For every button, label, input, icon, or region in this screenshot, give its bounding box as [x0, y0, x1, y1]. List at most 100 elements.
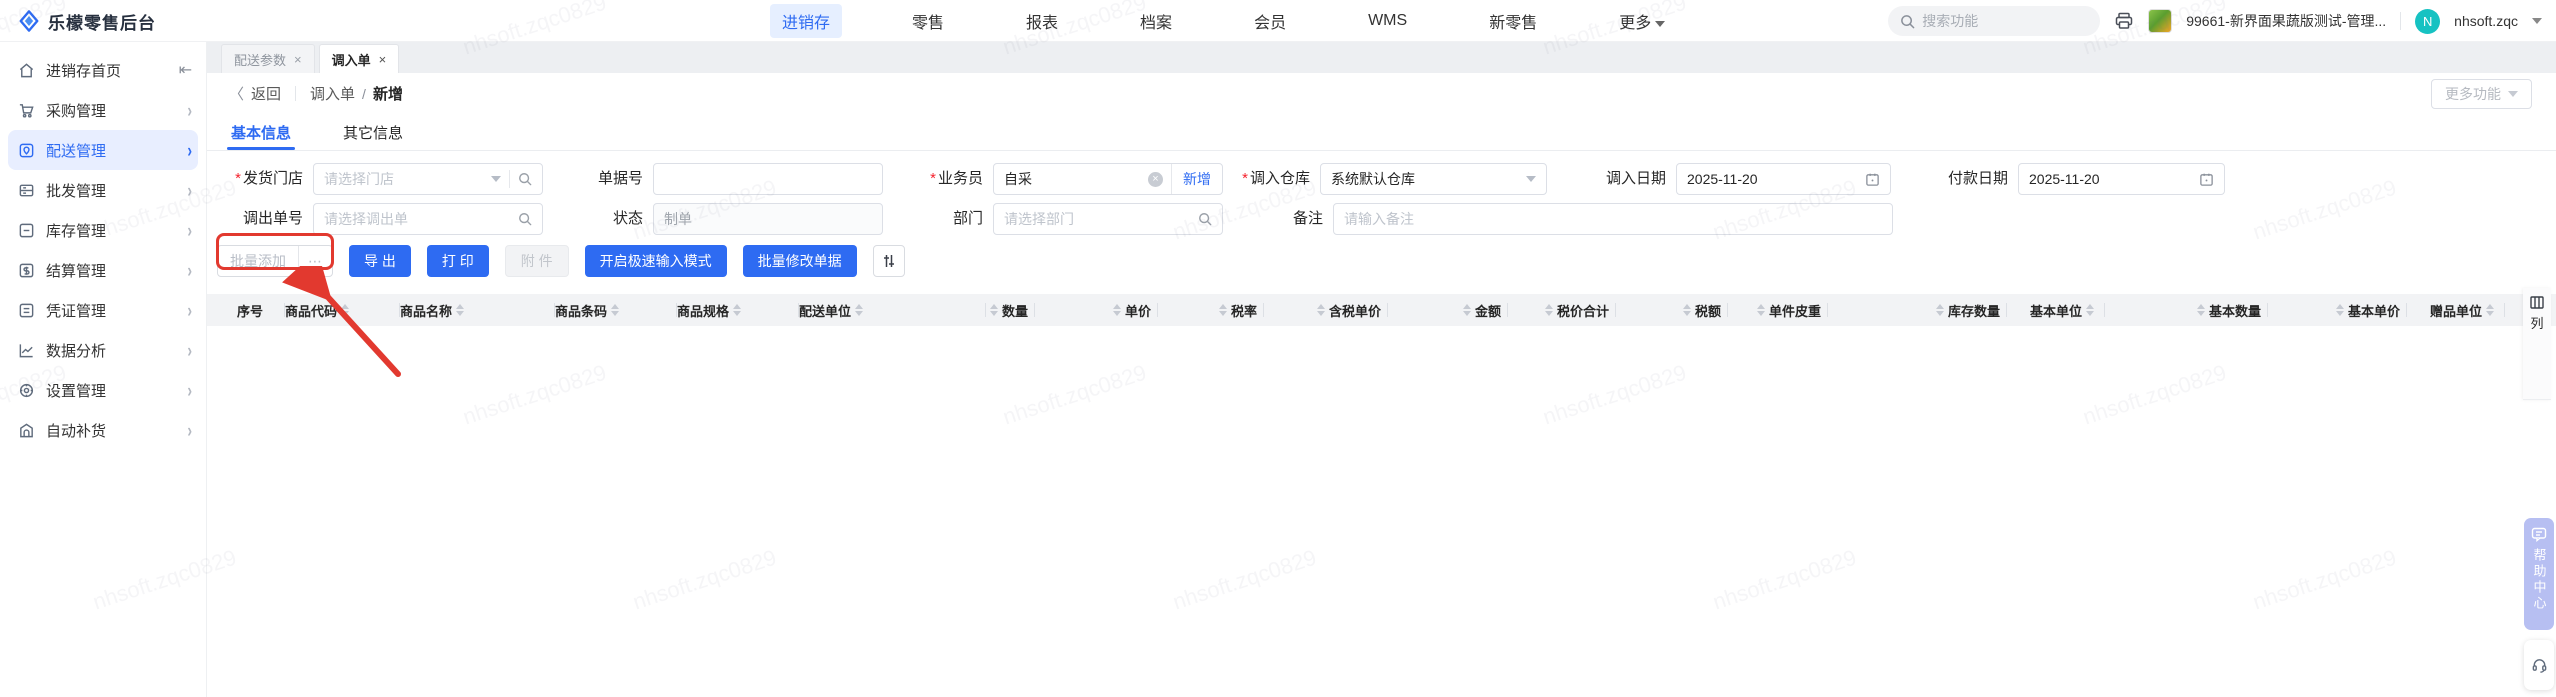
nav-item-reports[interactable]: 报表	[1014, 4, 1070, 38]
column-config-button[interactable]: 列	[2523, 288, 2551, 400]
nav-item-wms[interactable]: WMS	[1356, 7, 1419, 35]
attachment-button: 附 件	[504, 245, 569, 277]
items-table-body-empty	[207, 326, 2556, 646]
col-base-price[interactable]: 基本单价	[2332, 294, 2430, 326]
remark-input[interactable]: 请输入备注	[1333, 203, 1893, 235]
logo-icon	[18, 10, 40, 32]
sort-icon	[1545, 304, 1553, 316]
items-table-header: 序号 商品代码 商品名称 商品条码 商品规格 配送单位 数量 单价 税率 含税单…	[207, 294, 2556, 326]
batch-add-button[interactable]: 批量添加 ⋯	[217, 245, 333, 277]
nav-item-members[interactable]: 会员	[1242, 4, 1298, 38]
out-doc-select[interactable]: 请选择调出单	[313, 203, 543, 235]
workspace-tabstrip: 配送参数 × 调入单 ×	[207, 42, 2556, 73]
col-product-code[interactable]: 商品代码	[285, 294, 400, 326]
close-icon[interactable]: ×	[379, 52, 387, 67]
search-icon[interactable]	[518, 172, 532, 186]
worktab-transfer-in[interactable]: 调入单 ×	[318, 44, 400, 73]
col-stock-qty[interactable]: 库存数量	[1932, 294, 2030, 326]
app-logo: 乐檬零售后台	[18, 0, 156, 42]
sidebar-item-home[interactable]: 进销存首页 ⇤	[0, 50, 206, 90]
sending-store-select[interactable]: 请选择门店	[313, 163, 543, 195]
department-select[interactable]: 请选择部门	[993, 203, 1223, 235]
sidebar: 进销存首页 ⇤ 采购管理 › 配送管理 › 批发管理 › 库存管理 › 结算管理…	[0, 42, 207, 697]
export-button[interactable]: 导 出	[349, 245, 411, 277]
search-icon[interactable]	[1198, 212, 1212, 226]
field-out-doc-number: 调出单号 请选择调出单	[207, 203, 543, 235]
form-tabs: 基本信息 其它信息	[207, 114, 2556, 151]
in-warehouse-select[interactable]: 系统默认仓库	[1320, 163, 1547, 195]
breadcrumb-parent[interactable]: 调入单	[310, 83, 355, 104]
more-functions-button[interactable]: 更多功能	[2431, 78, 2532, 109]
search-input[interactable]	[1922, 13, 2073, 29]
col-total-with-tax[interactable]: 税价合计	[1541, 294, 1679, 326]
col-price[interactable]: 单价	[1109, 294, 1215, 326]
printer-icon[interactable]	[2114, 11, 2134, 31]
nav-item-psi[interactable]: 进销存	[770, 4, 843, 38]
col-tax-amount[interactable]: 税额	[1679, 294, 1753, 326]
sidebar-item-purchase[interactable]: 采购管理 ›	[0, 90, 206, 130]
col-product-name[interactable]: 商品名称	[400, 294, 555, 326]
pay-date-picker[interactable]: 2025-11-20	[2018, 163, 2225, 195]
print-button[interactable]: 打 印	[426, 245, 489, 277]
close-icon[interactable]: ×	[294, 52, 302, 67]
col-barcode[interactable]: 商品条码	[555, 294, 677, 326]
col-unit-tare[interactable]: 单件皮重	[1753, 294, 1932, 326]
add-salesman-link[interactable]: 新增	[1171, 164, 1222, 194]
sidebar-item-voucher[interactable]: 凭证管理 ›	[0, 290, 206, 330]
col-price-with-tax[interactable]: 含税单价	[1313, 294, 1459, 326]
sidebar-item-inventory[interactable]: 库存管理 ›	[0, 210, 206, 250]
collapse-sidebar-icon[interactable]: ⇤	[179, 60, 192, 80]
sort-icon	[2486, 304, 2495, 316]
more-dots-icon[interactable]: ⋯	[298, 246, 332, 276]
search-icon	[1900, 14, 1915, 29]
breadcrumb-current: 新增	[372, 86, 403, 103]
in-date-picker[interactable]: 2025-11-20	[1676, 163, 1891, 195]
col-qty[interactable]: 数量	[986, 294, 1109, 326]
sort-icon	[855, 304, 864, 316]
user-menu-chevron-icon[interactable]	[2532, 18, 2542, 24]
back-chevron-icon: 〈	[229, 86, 245, 103]
speed-input-mode-button[interactable]: 开启极速输入模式	[584, 245, 727, 277]
col-tax-rate[interactable]: 税率	[1215, 294, 1313, 326]
user-name[interactable]: nhsoft.zqc	[2454, 13, 2518, 29]
search-icon[interactable]	[518, 212, 532, 226]
col-spec[interactable]: 商品规格	[677, 294, 799, 326]
global-search[interactable]	[1888, 6, 2101, 36]
sort-icon	[1683, 304, 1691, 316]
col-base-qty[interactable]: 基本数量	[2193, 294, 2332, 326]
customer-support-button[interactable]	[2524, 640, 2554, 690]
doc-number-input[interactable]	[653, 163, 883, 195]
sort-icon	[2197, 304, 2205, 316]
col-base-unit[interactable]: 基本单位	[2030, 294, 2193, 326]
col-delivery-unit[interactable]: 配送单位	[799, 294, 986, 326]
tab-basic-info[interactable]: 基本信息	[226, 114, 296, 150]
sidebar-item-settlement[interactable]: 结算管理 ›	[0, 250, 206, 290]
clear-icon[interactable]: ×	[1148, 171, 1163, 187]
help-center-button[interactable]: 帮助中心	[2524, 518, 2554, 630]
sidebar-item-delivery[interactable]: 配送管理 ›	[8, 130, 198, 170]
gear-icon	[18, 382, 35, 399]
nav-item-new-retail[interactable]: 新零售	[1477, 4, 1549, 38]
batch-edit-button[interactable]: 批量修改单据	[742, 245, 857, 277]
nav-item-more[interactable]: 更多	[1607, 4, 1677, 38]
sidebar-item-analytics[interactable]: 数据分析 ›	[0, 330, 206, 370]
back-button[interactable]: 返回	[251, 83, 281, 104]
store-name[interactable]: 99661-新界面果蔬版测试-管理...	[2186, 11, 2386, 31]
select-caret-icon	[491, 176, 501, 182]
sidebar-item-settings[interactable]: 设置管理 ›	[0, 370, 206, 410]
home-icon	[18, 62, 35, 79]
sort-icon	[733, 304, 742, 316]
chevron-right-icon: ›	[187, 338, 192, 362]
col-amount[interactable]: 金额	[1459, 294, 1541, 326]
salesman-select[interactable]: 自采 × 新增	[993, 163, 1223, 195]
calendar-icon	[1865, 172, 1880, 187]
nav-item-retail[interactable]: 零售	[900, 4, 956, 38]
cart-icon	[18, 102, 35, 119]
sidebar-item-replenishment[interactable]: 自动补货 ›	[0, 410, 206, 450]
nav-item-archives[interactable]: 档案	[1128, 4, 1184, 38]
worktab-delivery-params[interactable]: 配送参数 ×	[221, 44, 315, 73]
tab-other-info[interactable]: 其它信息	[343, 114, 403, 150]
sidebar-item-wholesale[interactable]: 批发管理 ›	[0, 170, 206, 210]
table-settings-button[interactable]	[872, 245, 905, 277]
table-toolbar: 批量添加 ⋯ 导 出 打 印 附 件 开启极速输入模式 批量修改单据	[207, 245, 2556, 277]
